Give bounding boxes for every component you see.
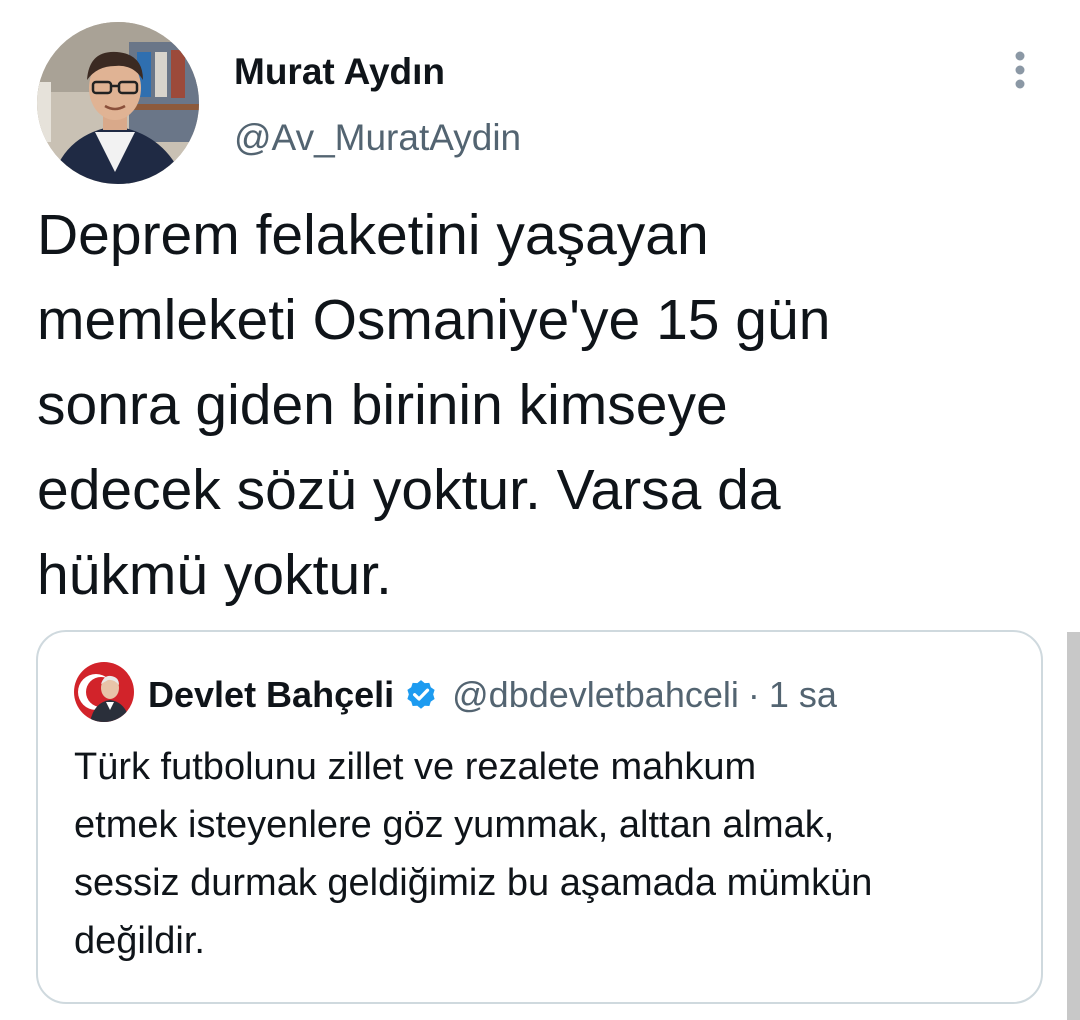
tweet[interactable]: Murat Aydın @Av_MuratAydin Deprem felake… — [0, 0, 1080, 1020]
quoted-text-line: Türk futbolunu zillet ve rezalete mahkum — [74, 746, 757, 788]
tweet-text: Deprem felaketini yaşayan memleketi Osma… — [37, 193, 1037, 618]
quoted-text-line: değildir. — [74, 920, 205, 962]
tweet-text-line: edecek sözü yoktur. Varsa da — [37, 458, 781, 522]
tweet-text-line: memleketi Osmaniye'ye 15 gün — [37, 288, 831, 352]
scrollbar-thumb[interactable] — [1067, 632, 1080, 1020]
tweet-text-line: sonra giden birinin kimseye — [37, 373, 728, 437]
quoted-tweet-timestamp[interactable]: 1 sa — [769, 672, 837, 718]
quoted-text-line: etmek isteyenlere göz yummak, alttan alm… — [74, 804, 835, 846]
author-handle[interactable]: @Av_MuratAydin — [234, 112, 521, 164]
author-name[interactable]: Murat Aydın — [234, 46, 445, 98]
author-avatar[interactable] — [37, 22, 199, 184]
more-vertical-icon — [1015, 51, 1025, 89]
header-separator: · — [747, 674, 760, 715]
quoted-tweet[interactable]: Devlet Bahçeli @dbdevletbahceli · 1 sa T… — [36, 630, 1043, 1004]
quoted-author-name[interactable]: Devlet Bahçeli — [148, 672, 394, 718]
author-avatar-image — [37, 22, 199, 184]
quoted-tweet-header: Devlet Bahçeli @dbdevletbahceli · 1 sa — [148, 672, 837, 718]
verified-badge-icon — [404, 678, 438, 712]
quoted-author-avatar[interactable] — [74, 662, 134, 722]
tweet-text-line: Deprem felaketini yaşayan — [37, 203, 709, 267]
quoted-tweet-text: Türk futbolunu zillet ve rezalete mahkum… — [74, 738, 1024, 970]
tweet-text-line: hükmü yoktur. — [37, 543, 392, 607]
quoted-text-line: sessiz durmak geldiğimiz bu aşamada mümk… — [74, 862, 873, 904]
quoted-author-handle[interactable]: @dbdevletbahceli — [452, 672, 739, 718]
quoted-author-avatar-image — [74, 662, 134, 722]
more-options-button[interactable] — [998, 46, 1042, 94]
